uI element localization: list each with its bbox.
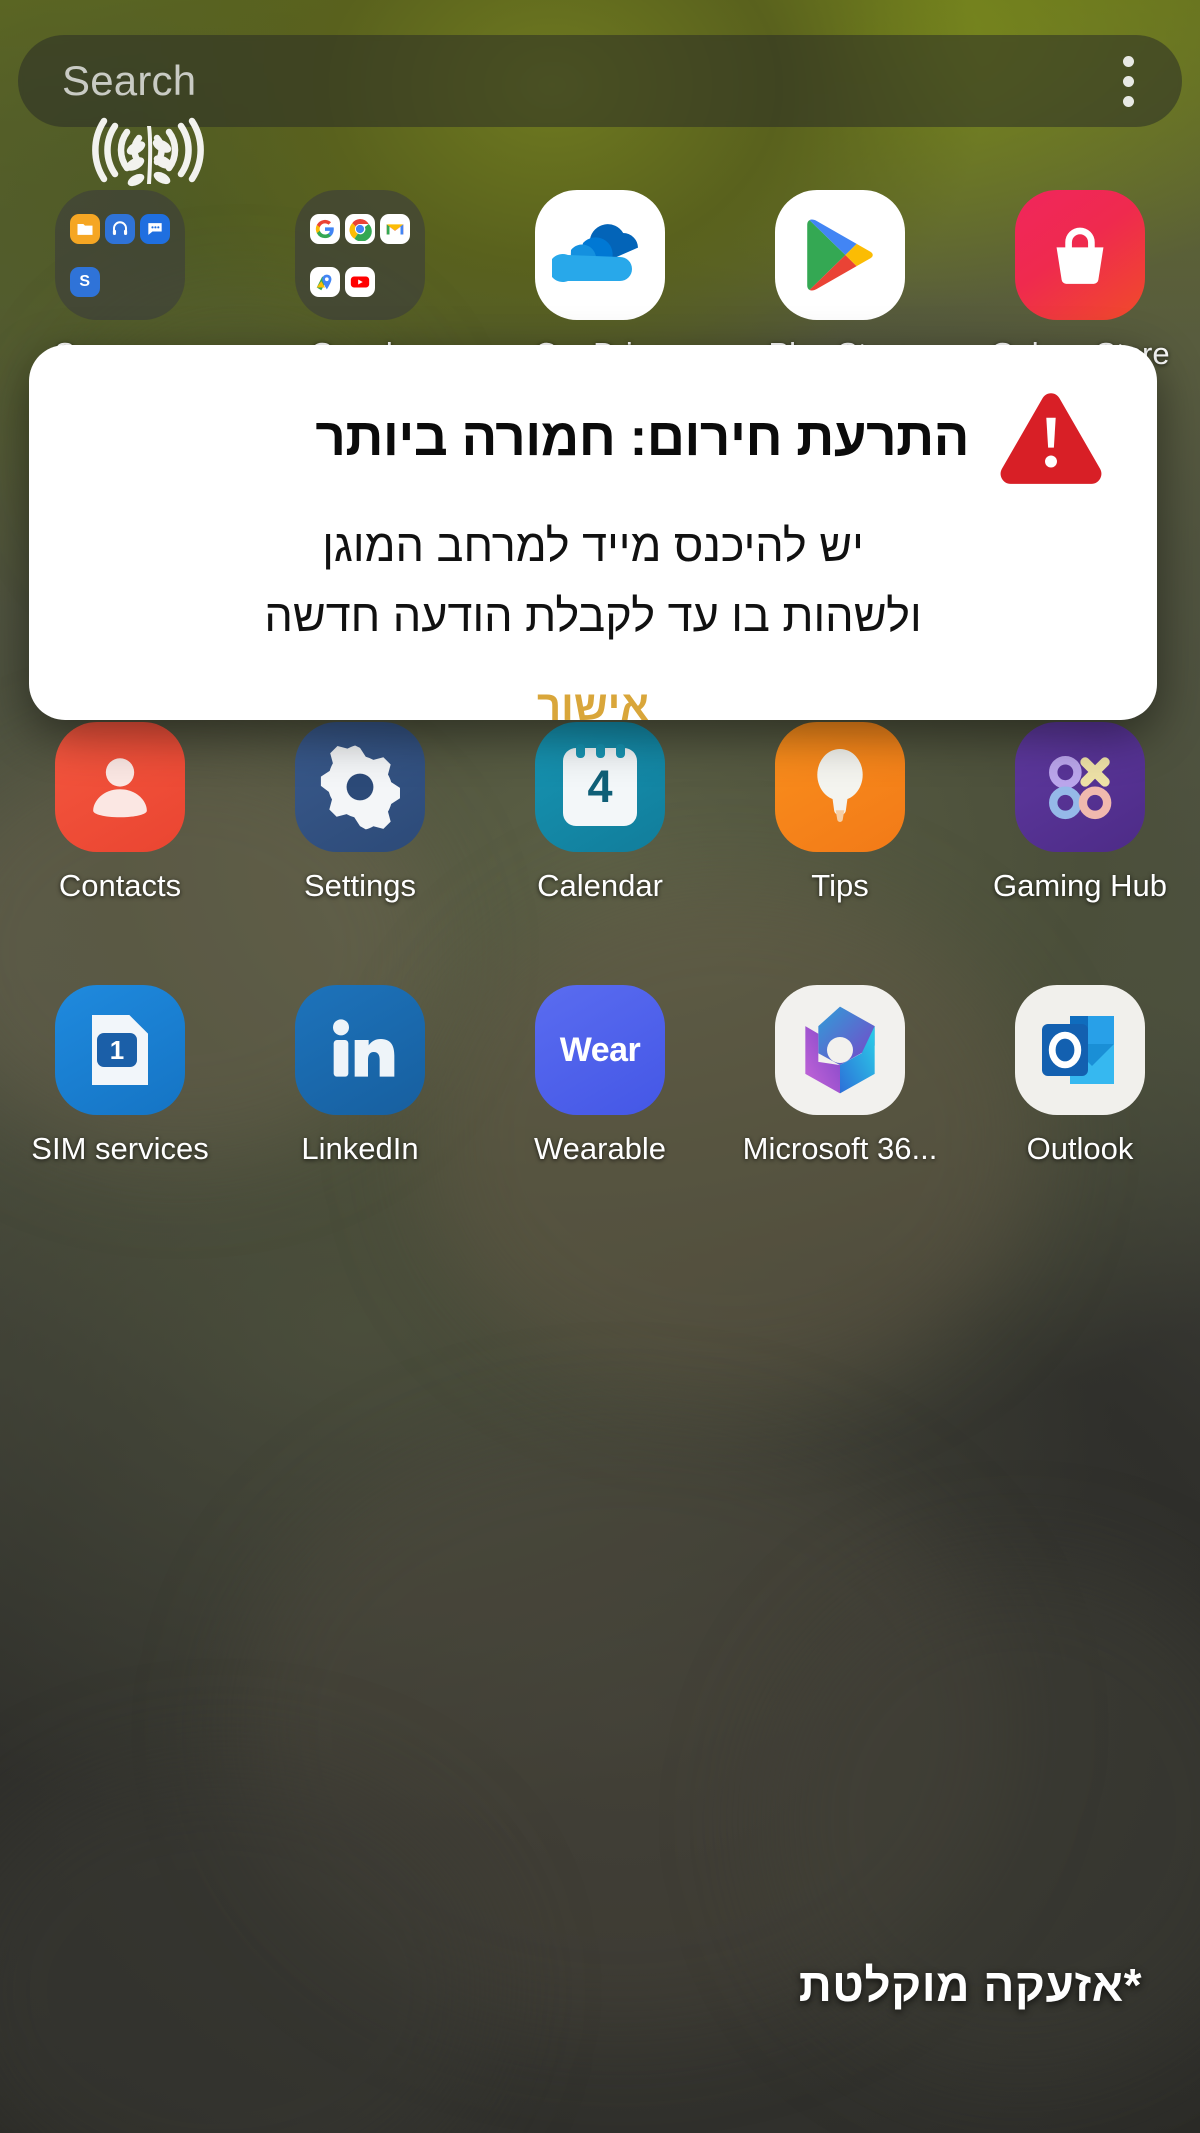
youtube-icon (344, 266, 375, 297)
app-label: Gaming Hub (992, 868, 1168, 903)
app-label: Tips (811, 868, 869, 903)
kebab-menu-icon[interactable] (1123, 55, 1182, 107)
dialog-body-line-1: יש להיכנס מייד למרחב המוגן (322, 520, 864, 571)
galaxy-store-icon[interactable] (1015, 190, 1145, 320)
calendar-icon[interactable]: 4 (535, 722, 665, 852)
home-row-2: Contacts Settings 4 Calendar Tips Gaming… (0, 722, 1200, 904)
app-outlook[interactable]: Outlook (960, 985, 1200, 1167)
play-store-icon[interactable] (775, 190, 905, 320)
settings-gear-icon[interactable] (295, 722, 425, 852)
maps-icon (309, 266, 340, 297)
app-gaming-hub[interactable]: Gaming Hub (960, 722, 1200, 904)
warning-triangle-icon (1000, 393, 1102, 484)
app-label: LinkedIn (301, 1131, 419, 1166)
dialog-title: התרעת חירום: חמורה ביותר (315, 407, 969, 467)
sim-card-icon[interactable]: 1 (55, 985, 185, 1115)
dialog-body: יש להיכנס מייד למרחב המוגן ולשהות בו עד … (29, 511, 1157, 651)
app-label: Wearable (533, 1131, 667, 1166)
calendar-day-number: 4 (587, 761, 613, 812)
app-label: Settings (303, 868, 416, 903)
recorded-alarm-caption: *אזעקה מוקלטת (798, 1959, 1142, 2011)
home-front-command-siren-icon (78, 88, 218, 213)
emergency-alert-dialog: התרעת חירום: חמורה ביותר יש להיכנס מייד … (29, 345, 1157, 729)
app-contacts[interactable]: Contacts (0, 722, 240, 904)
dialog-header: התרעת חירום: חמורה ביותר (29, 345, 1157, 485)
app-linkedin[interactable]: LinkedIn (240, 985, 480, 1167)
contacts-icon[interactable] (55, 722, 185, 852)
app-wearable[interactable]: Wear Wearable (480, 985, 720, 1167)
app-label: Outlook (1026, 1131, 1134, 1166)
home-row-3: 1 SIM services LinkedIn Wear Wearable Mi… (0, 985, 1200, 1167)
confirm-button[interactable]: אישור (29, 681, 1157, 731)
lightbulb-icon[interactable] (775, 722, 905, 852)
app-calendar[interactable]: 4 Calendar (480, 722, 720, 904)
gmail-icon (380, 213, 411, 244)
google-icon (309, 213, 340, 244)
onedrive-icon[interactable] (535, 190, 665, 320)
my-files-icon (69, 213, 100, 244)
app-label: SIM services (31, 1131, 209, 1166)
app-tips[interactable]: Tips (720, 722, 960, 904)
google-folder-icon[interactable] (295, 190, 425, 320)
app-microsoft-365[interactable]: Microsoft 36... (720, 985, 960, 1167)
gaming-hub-icon[interactable] (1015, 722, 1145, 852)
galaxy-buds-icon (104, 213, 135, 244)
app-label: Calendar (537, 868, 663, 903)
dialog-body-line-2: ולשהות בו עד לקבלת הודעה חדשה (264, 589, 922, 641)
samsung-members-icon (140, 213, 171, 244)
galaxy-wearable-icon[interactable]: Wear (535, 985, 665, 1115)
sim-number: 1 (97, 1033, 137, 1067)
microsoft-365-icon[interactable] (775, 985, 905, 1115)
wearable-glyph: Wear (559, 1030, 641, 1069)
app-sim-services[interactable]: 1 SIM services (0, 985, 240, 1167)
app-settings[interactable]: Settings (240, 722, 480, 904)
smart-switch-icon: S (69, 266, 100, 297)
chrome-icon (344, 213, 375, 244)
app-label: Contacts (58, 868, 182, 903)
linkedin-icon[interactable] (295, 985, 425, 1115)
outlook-icon[interactable] (1015, 985, 1145, 1115)
app-label: Microsoft 36... (742, 1131, 938, 1166)
